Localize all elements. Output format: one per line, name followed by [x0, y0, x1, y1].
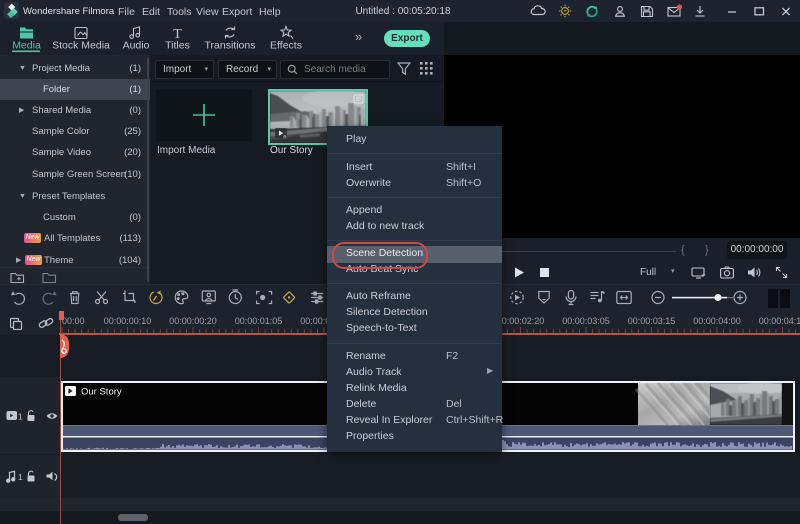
- svg-text:Transitions: Transitions: [205, 40, 256, 52]
- svg-text:00:00:04:10: 00:00:04:10: [759, 316, 800, 326]
- svg-text:00:00:02:20: 00:00:02:20: [497, 316, 545, 326]
- svg-text:Effects: Effects: [270, 40, 302, 52]
- svg-text:00:00:00:10: 00:00:00:10: [104, 316, 152, 326]
- svg-text:00:00:01:05: 00:00:01:05: [235, 316, 283, 326]
- svg-text:00:00: 00:00: [62, 316, 85, 326]
- svg-text:Our Story: Our Story: [81, 387, 122, 398]
- svg-text:00:00:03:05: 00:00:03:05: [562, 316, 610, 326]
- svg-text:00:00:00:20: 00:00:00:20: [169, 316, 217, 326]
- svg-text:1: 1: [18, 472, 23, 482]
- svg-text:00:00:03:15: 00:00:03:15: [628, 316, 676, 326]
- svg-text:Media: Media: [12, 40, 41, 52]
- svg-text:Titles: Titles: [165, 40, 190, 52]
- svg-text:1: 1: [18, 412, 23, 422]
- svg-text:Stock Media: Stock Media: [52, 40, 110, 52]
- svg-text:00:00:04:00: 00:00:04:00: [693, 316, 741, 326]
- svg-text:Audio: Audio: [123, 40, 150, 52]
